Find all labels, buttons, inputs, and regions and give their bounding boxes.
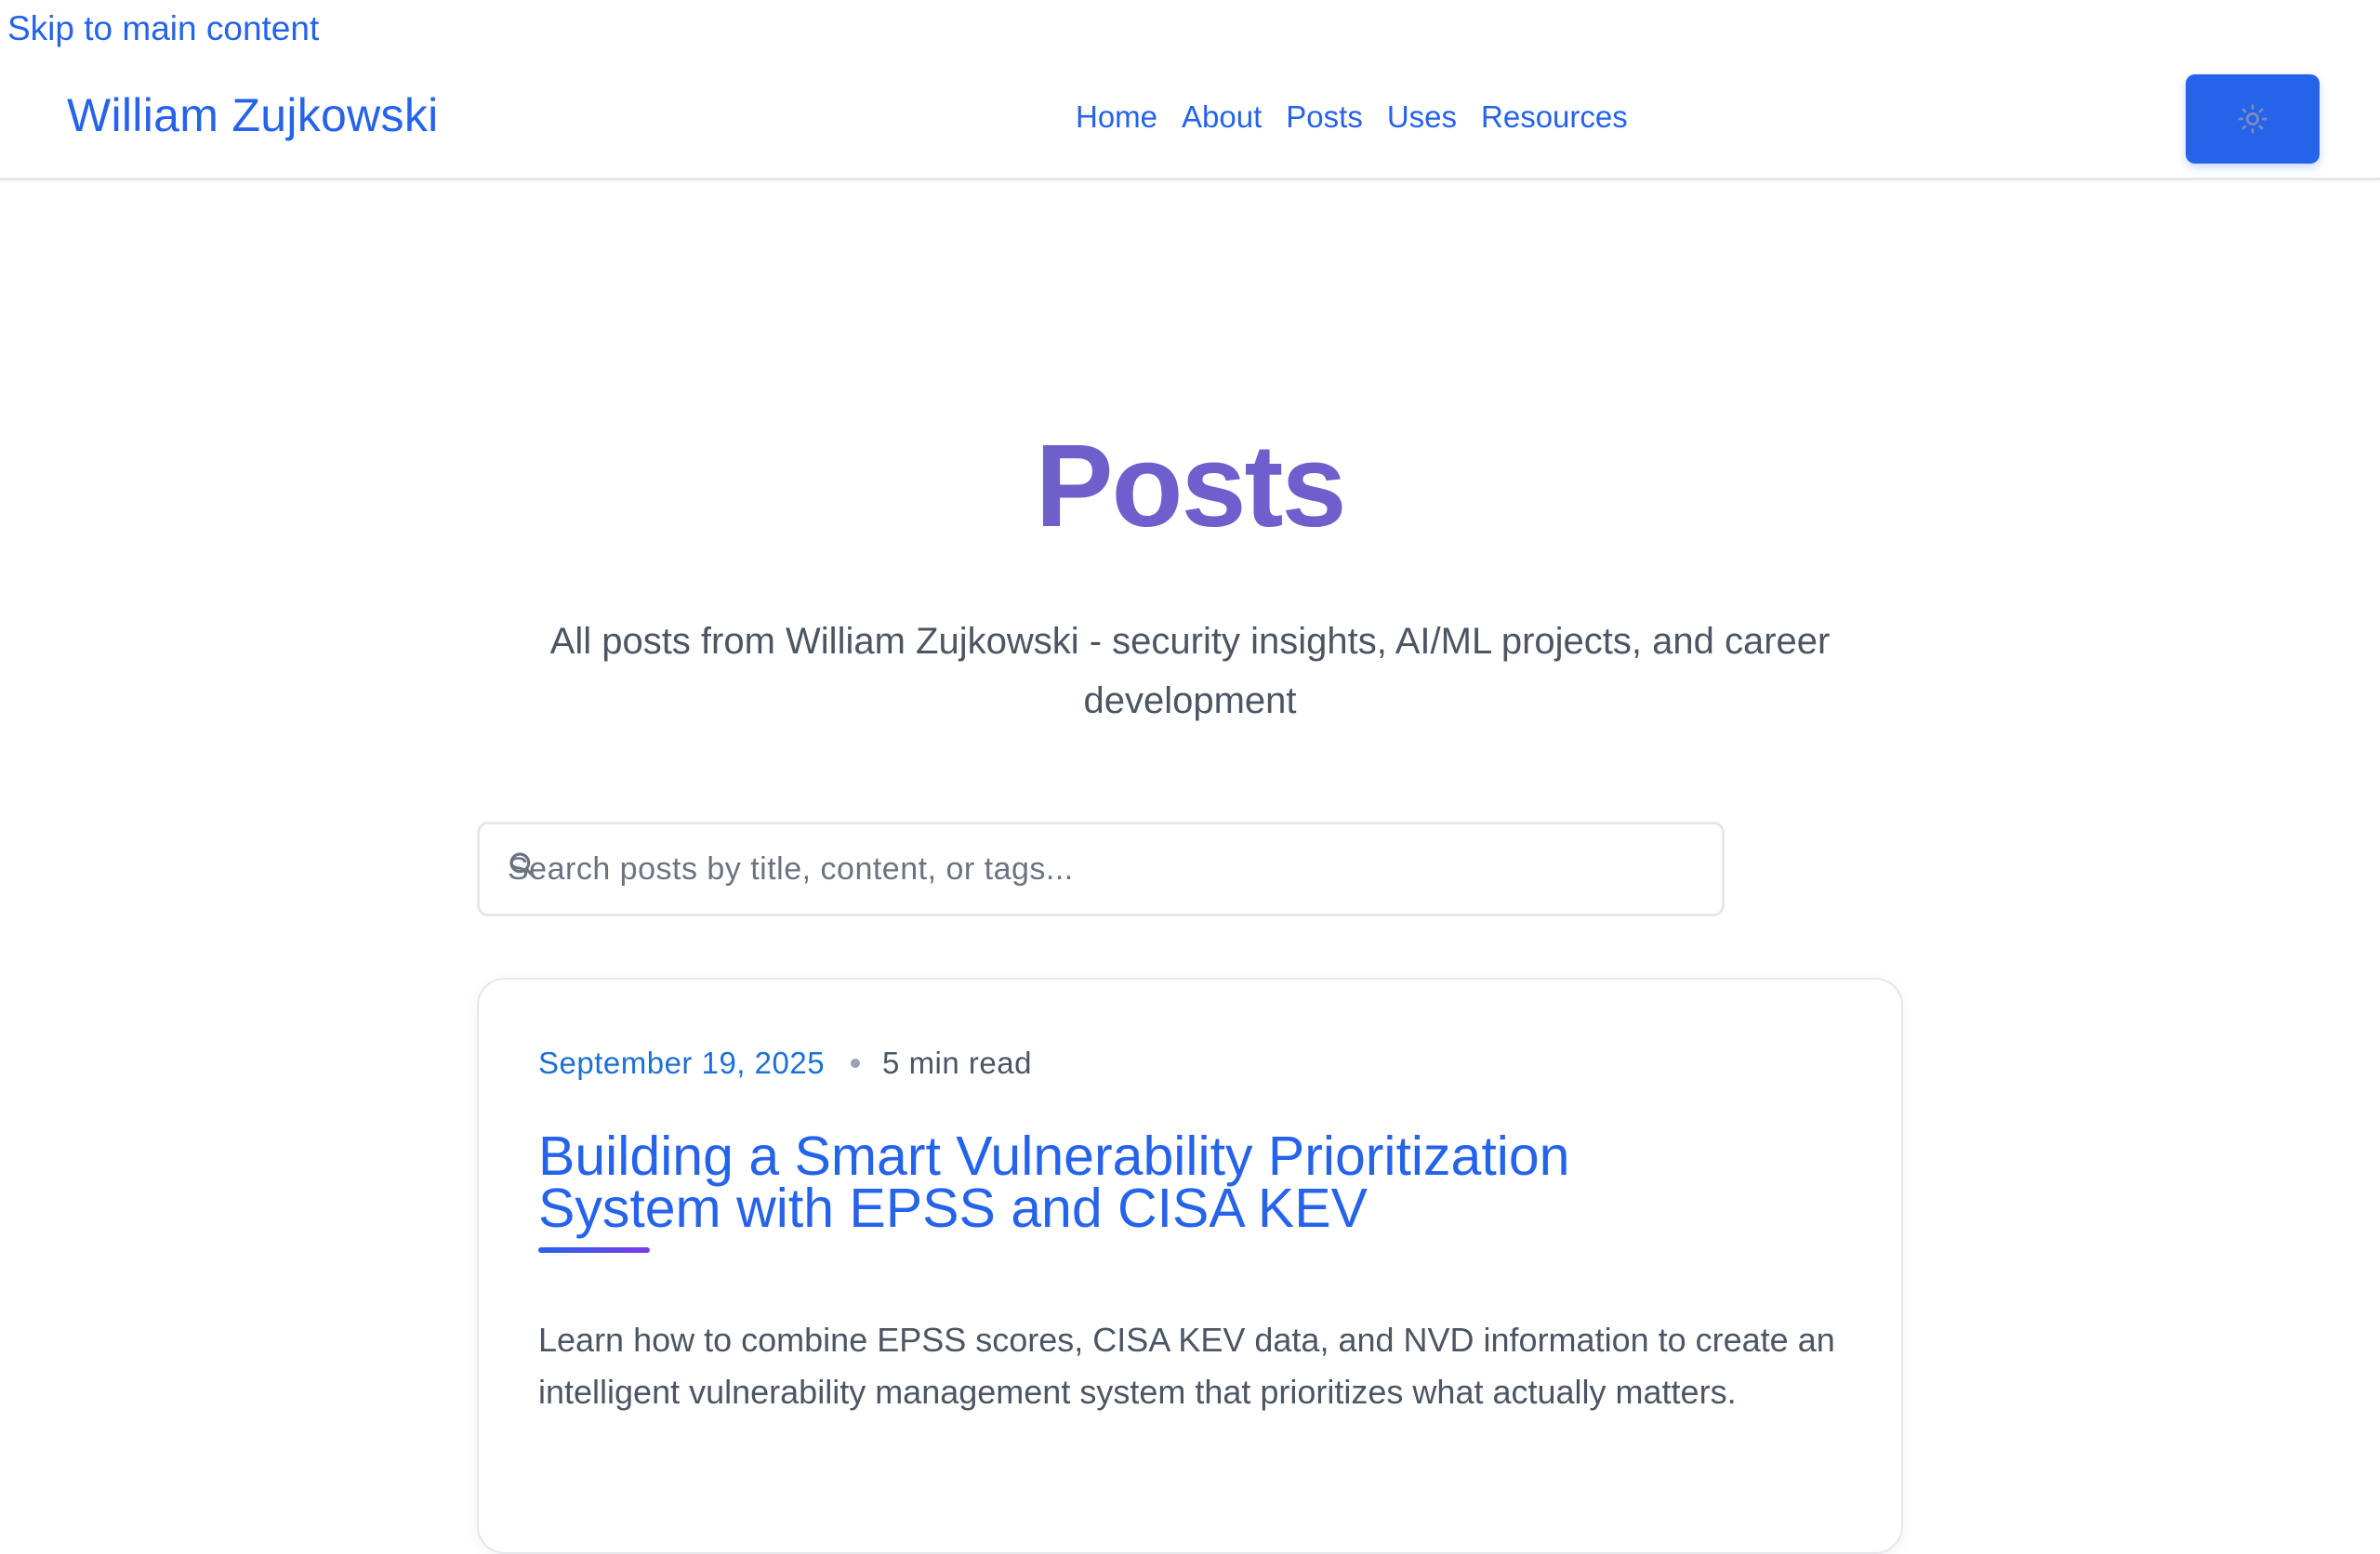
nav-item-about[interactable]: About	[1182, 95, 1262, 139]
main-nav: Home About Posts Uses Resources	[1076, 95, 1628, 139]
post-read-time: 5 min read	[882, 1046, 1032, 1080]
post-excerpt: Learn how to combine EPSS scores, CISA K…	[538, 1321, 1835, 1411]
post-title-link[interactable]: Building a Smart Vulnerability Prioritiz…	[538, 1129, 1747, 1236]
search-input[interactable]	[508, 824, 1698, 914]
page-title: Posts	[1035, 420, 1346, 551]
site-brand-link[interactable]: William Zujkowski	[67, 87, 439, 143]
theme-toggle-button[interactable]	[2186, 74, 2320, 164]
meta-separator-dot	[851, 1059, 861, 1068]
search-box	[477, 822, 1725, 916]
nav-item-home[interactable]: Home	[1076, 95, 1157, 139]
site-header: William Zujkowski Home About Posts Uses …	[0, 58, 2380, 180]
post-meta: September 19, 2025 5 min read	[538, 1043, 1032, 1084]
sun-icon	[2238, 104, 2268, 134]
post-date: September 19, 2025	[538, 1046, 826, 1080]
post-card: September 19, 2025 5 min read Building a…	[477, 978, 1903, 1554]
title-accent-underline	[538, 1247, 650, 1253]
nav-item-uses[interactable]: Uses	[1387, 95, 1457, 139]
page-description: All posts from William Zujkowski - secur…	[549, 621, 1831, 721]
skip-to-content-link[interactable]: Skip to main content	[7, 6, 319, 52]
nav-item-posts[interactable]: Posts	[1286, 95, 1363, 139]
nav-item-resources[interactable]: Resources	[1481, 95, 1628, 139]
